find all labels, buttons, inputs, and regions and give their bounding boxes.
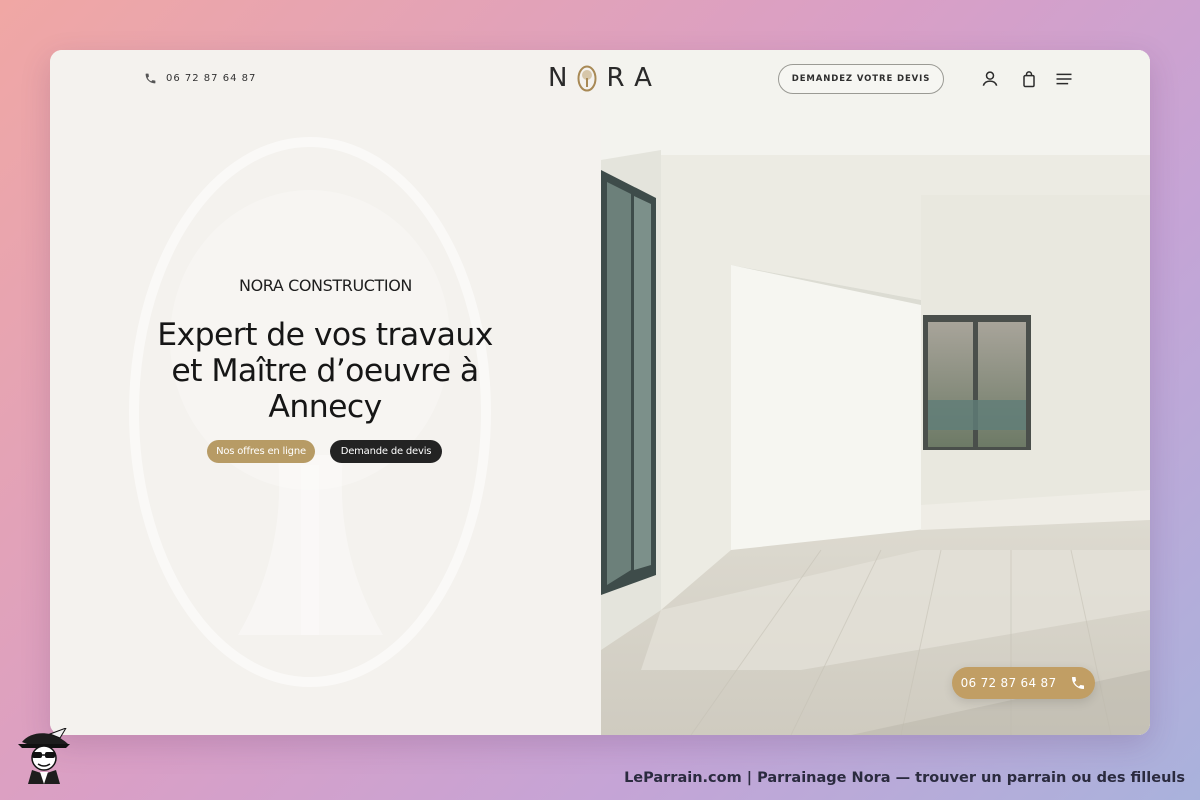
online-offers-button[interactable]: Nos offres en ligne [207,440,315,463]
phone-icon [1072,677,1085,689]
request-quote-header-button[interactable]: DEMANDEZ VOTRE DEVIS [778,64,944,94]
phone-icon [145,73,156,84]
hero-left-panel: NORA CONSTRUCTION Expert de vos travaux … [50,50,601,735]
hero-image-panel [601,50,1150,735]
account-icon[interactable] [980,69,1000,89]
header-phone-number: 06 72 87 64 87 [166,73,257,84]
headline-line-3: Annecy [268,389,382,425]
logo-o-tree-icon [577,65,597,91]
headline-line-2: et Maître d’oeuvre à [171,353,479,389]
shopping-bag-icon[interactable] [1019,69,1039,89]
floating-phone-number: 06 72 87 64 87 [960,676,1057,690]
logo-letter-r: R [606,63,625,93]
logo-letter-n: N [548,63,568,93]
nora-logo[interactable]: N R A [548,62,652,94]
hero-eyebrow: NORA CONSTRUCTION [239,276,412,295]
website-frame: NORA CONSTRUCTION Expert de vos travaux … [50,50,1150,735]
footer-caption: LeParrain.com | Parrainage Nora — trouve… [624,770,1185,786]
interior-photo [601,50,1150,735]
floating-call-button[interactable]: 06 72 87 64 87 [952,667,1095,699]
headline-line-1: Expert de vos travaux [157,317,493,353]
logo-letter-a: A [634,63,652,93]
leparrain-mascot-icon [18,728,70,784]
header-phone[interactable]: 06 72 87 64 87 [144,72,256,85]
menu-icon[interactable] [1054,69,1074,89]
hero-headline: Expert de vos travaux et Maître d’oeuvre… [125,317,525,425]
hero-buttons: Nos offres en ligne Demande de devis [207,440,442,463]
quote-request-button[interactable]: Demande de devis [330,440,442,463]
